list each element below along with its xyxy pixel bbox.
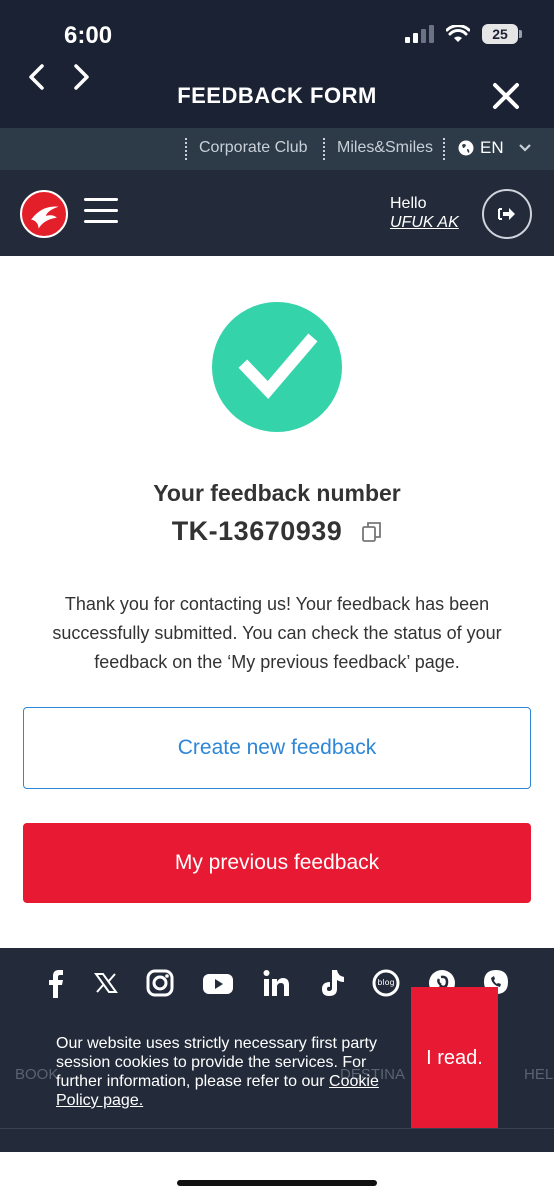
user-name-link[interactable]: UFUK AK [390,213,459,232]
copy-icon[interactable] [362,521,382,543]
battery-icon: 25 [482,24,522,44]
divider [0,1128,554,1129]
create-new-feedback-button[interactable]: Create new feedback [23,707,531,789]
home-indicator[interactable] [177,1180,377,1186]
logout-icon [498,208,515,220]
divider [443,138,445,160]
language-label: EN [480,138,504,157]
language-selector[interactable]: EN [458,138,532,158]
signal-icon [405,25,434,43]
cookie-accept-label: I read. [426,1046,483,1069]
linkedin-icon[interactable] [262,968,290,998]
svg-text:blog: blog [377,978,394,987]
close-icon[interactable] [490,80,522,112]
globe-icon [458,140,474,156]
divider [323,138,325,160]
user-greeting: Hello UFUK AK [390,194,459,232]
x-icon[interactable] [92,968,120,998]
instagram-icon[interactable] [146,968,174,998]
greeting-text: Hello [390,195,427,212]
confirmation-message: Thank you for contacting us! Your feedba… [52,594,502,672]
divider [185,138,187,160]
browser-header: 6:00 25 FEEDBACK FORM [0,0,554,128]
menu-icon[interactable] [84,198,118,224]
feedback-number: TK-13670939 [171,516,343,546]
status-icons: 25 [405,24,522,44]
cookie-notice: Our website uses strictly necessary firs… [56,1034,386,1110]
wifi-icon [446,25,470,42]
footer-nav-item[interactable]: HEL [524,1066,553,1083]
logout-button[interactable] [482,189,532,239]
feedback-number-row: TK-13670939 [0,516,554,547]
top-links-bar: Corporate Club Miles&Smiles EN [0,128,554,170]
my-previous-feedback-button[interactable]: My previous feedback [23,823,531,903]
feedback-number-label: Your feedback number [153,480,401,506]
tiktok-icon[interactable] [318,968,346,998]
youtube-icon[interactable] [202,968,234,998]
miles-smiles-link[interactable]: Miles&Smiles [337,139,433,157]
facebook-icon[interactable] [42,968,70,998]
airline-logo[interactable] [20,190,68,238]
corporate-club-link[interactable]: Corporate Club [199,139,308,157]
status-time: 6:00 [64,22,113,49]
blog-icon[interactable]: blog [372,968,400,998]
site-header: Hello UFUK AK [0,170,554,256]
footer-nav-item[interactable]: BOOK [15,1066,58,1083]
chevron-down-icon [518,144,531,152]
success-check-icon [212,302,342,432]
page-title: FEEDBACK FORM [177,83,377,108]
cookie-accept-button[interactable]: I read. [411,987,498,1128]
